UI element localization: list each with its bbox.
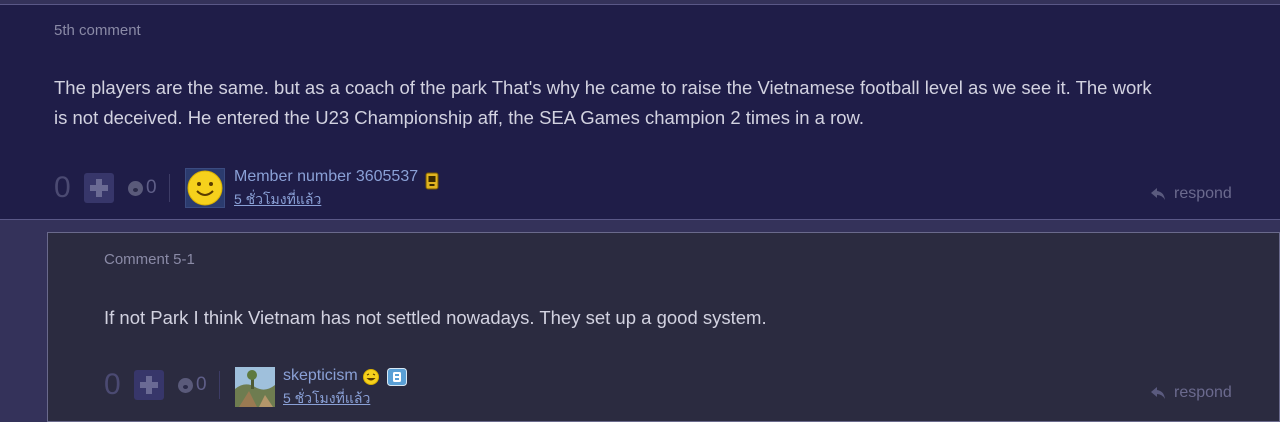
reply-plus-vote-button[interactable] — [134, 370, 164, 400]
reply-actions: 0 0 — [104, 368, 220, 402]
emotion-count: 0 — [146, 177, 157, 198]
user-avatar[interactable] — [185, 168, 225, 208]
reply-user-name-link[interactable]: skepticism — [283, 367, 358, 385]
comment-body-line-1: The players are the same. but as a coach… — [54, 77, 1152, 98]
comment-body-line-2: is not deceived. He entered the U23 Cham… — [54, 107, 864, 128]
reply-number-label: Comment 5-1 — [104, 251, 195, 268]
reply-respond-label: respond — [1174, 384, 1232, 401]
reply-arrow-icon — [1151, 188, 1165, 200]
comment-actions: 0 0 — [54, 171, 170, 205]
comment-number-label: 5th comment — [54, 22, 141, 39]
reply-user-avatar[interactable] — [235, 367, 275, 407]
reply-respond-button[interactable]: respond — [1150, 384, 1232, 402]
landscape-photo-icon — [235, 367, 275, 407]
smiley-icon — [187, 170, 223, 206]
comment-5: 5th comment The players are the same. bu… — [0, 4, 1280, 220]
reply-post-time-link[interactable]: 5 ชั่วโมงที่แล้ว — [283, 388, 370, 410]
reply-comment-5-1: Comment 5-1 If not Park I think Vietnam … — [47, 232, 1280, 422]
vote-score: 0 — [54, 171, 71, 204]
member-badge-icon — [425, 172, 439, 195]
reply-emotion-icon[interactable] — [178, 377, 193, 393]
b-badge-icon — [387, 368, 407, 391]
emotion-icon[interactable] — [128, 180, 143, 196]
reply-body: If not Park I think Vietnam has not sett… — [104, 307, 767, 328]
reply-arrow-icon — [1151, 387, 1165, 399]
user-name-link[interactable]: Member number 3605537 — [234, 168, 418, 186]
post-time-link[interactable]: 5 ชั่วโมงที่แล้ว — [234, 189, 321, 211]
laughing-emoji-icon — [363, 369, 379, 390]
respond-label: respond — [1174, 185, 1232, 202]
reply-divider — [218, 371, 220, 399]
plus-vote-button[interactable] — [84, 173, 114, 203]
comment-body: The players are the same. but as a coach… — [54, 73, 1152, 133]
reply-emotion-count: 0 — [196, 374, 207, 395]
divider — [168, 174, 170, 202]
comment-thread: 5th comment The players are the same. bu… — [0, 0, 1280, 422]
respond-button[interactable]: respond — [1150, 185, 1232, 203]
reply-vote-score: 0 — [104, 368, 121, 401]
